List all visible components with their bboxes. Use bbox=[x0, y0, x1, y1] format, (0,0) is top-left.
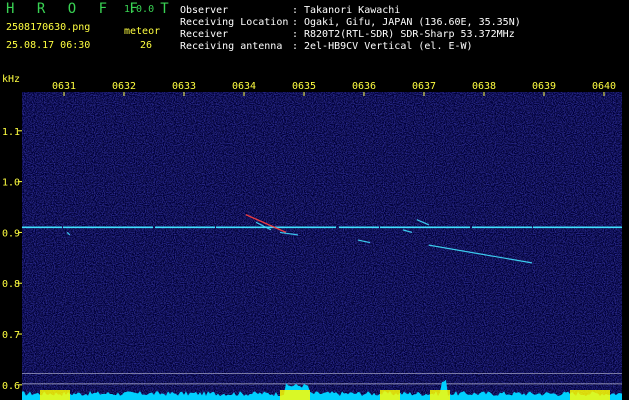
observation-datetime: 25.08.17 06:30 bbox=[6, 40, 91, 51]
meteor-count-label: meteor bbox=[124, 26, 161, 37]
file-name: 2508170630.png bbox=[6, 22, 91, 33]
station-key: Receiving Location bbox=[180, 17, 289, 28]
x-tick-label: 0639 bbox=[532, 81, 556, 92]
station-key: Receiving antenna bbox=[180, 41, 283, 52]
station-sep: : bbox=[292, 29, 299, 40]
station-sep: : bbox=[292, 5, 299, 16]
x-tick-label: 0634 bbox=[232, 81, 256, 92]
x-tick-label: 0632 bbox=[112, 81, 136, 92]
station-row-observer: Observer bbox=[180, 5, 228, 17]
y-tick-label: 1.1 bbox=[2, 127, 20, 138]
spectrum-peak-band bbox=[40, 390, 70, 400]
app-version: 1.0.0 bbox=[124, 4, 155, 15]
spectrum-peak-band bbox=[430, 390, 450, 400]
station-key: Observer bbox=[180, 5, 229, 16]
y-tick-label: 0.6 bbox=[2, 381, 20, 392]
spectrum-peak-band bbox=[380, 390, 400, 400]
station-value-antenna: 2el-HB9CV Vertical (el. E-W) bbox=[304, 41, 473, 52]
spectrum-peak-band bbox=[280, 390, 310, 400]
station-value-location: Ogaki, Gifu, JAPAN (136.60E, 35.35N) bbox=[304, 17, 521, 28]
station-value-receiver: R820T2(RTL-SDR) SDR-Sharp 53.372MHz bbox=[304, 29, 515, 40]
x-tick-label: 0637 bbox=[412, 81, 436, 92]
x-tick-label: 0633 bbox=[172, 81, 196, 92]
x-tick-label: 0638 bbox=[472, 81, 496, 92]
station-row-antenna: Receiving antenna bbox=[180, 41, 282, 53]
station-sep: : bbox=[292, 41, 299, 52]
station-row-location: Receiving Location bbox=[180, 17, 288, 29]
y-axis-ticks: 1.1 1.0 0.9 0.8 0.7 0.6 bbox=[2, 127, 22, 392]
y-tick-label: 1.0 bbox=[2, 178, 20, 189]
plot-noise bbox=[22, 92, 622, 400]
y-tick-label: 0.8 bbox=[2, 279, 20, 290]
spectrum-peak-band bbox=[570, 390, 610, 400]
station-value-observer: Takanori Kawachi bbox=[304, 5, 401, 16]
x-tick-label: 0640 bbox=[592, 81, 616, 92]
x-tick-label: 0635 bbox=[292, 81, 316, 92]
station-key: Receiver bbox=[180, 29, 229, 40]
meteor-count-value: 26 bbox=[140, 40, 153, 51]
station-row-receiver: Receiver bbox=[180, 29, 228, 41]
y-tick-label: 0.9 bbox=[2, 228, 20, 239]
spectrogram-chart: 0631 0632 0633 0634 0635 0636 0637 0638 0639 0640… bbox=[2, 74, 622, 400]
y-axis-unit-label: kHz bbox=[2, 74, 20, 85]
x-tick-label: 0636 bbox=[352, 81, 376, 92]
x-tick-label: 0631 bbox=[52, 81, 76, 92]
y-tick-label: 0.7 bbox=[2, 330, 20, 341]
station-sep: : bbox=[292, 17, 299, 28]
